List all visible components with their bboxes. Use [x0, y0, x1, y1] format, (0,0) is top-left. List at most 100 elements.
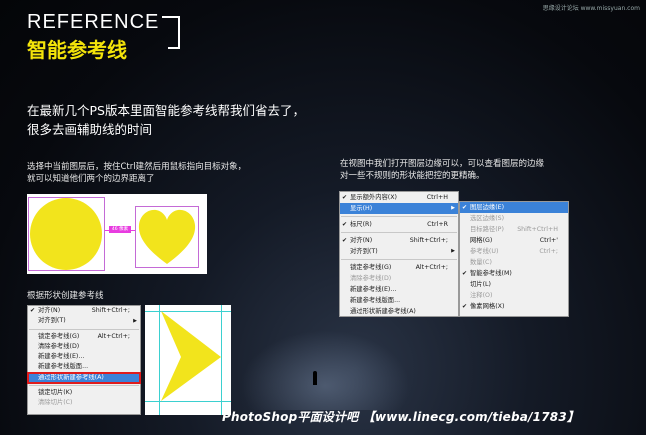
menu-item-label: 锁定切片(K): [38, 389, 73, 397]
menu-item-shortcut: Shift+Ctrl+;: [91, 307, 130, 314]
menu-item-label: 智能参考线(M): [470, 270, 512, 277]
show-submenu-item[interactable]: 参考线(U) Ctrl+;: [460, 246, 568, 257]
view-menu-item[interactable]: 清除参考线(D): [340, 273, 458, 284]
menu-item-label: 选区边缘(S): [470, 215, 505, 222]
person-silhouette: [313, 371, 317, 385]
menu-separator: [341, 259, 457, 260]
menu-item-label: 锁定参考线(G): [38, 332, 80, 340]
watermark: 思缘设计论坛 www.missyuan.com: [542, 5, 640, 12]
show-submenu-item[interactable]: 网格(G) Ctrl+': [460, 235, 568, 246]
view-menu-item[interactable]: 通过形状新建参考线(A): [340, 306, 458, 317]
menu-item-shortcut: Shift+Ctrl+;: [409, 237, 448, 244]
menu-item-label: 对齐到(T): [38, 317, 66, 325]
measure-badge: 46 像素: [109, 226, 131, 233]
menu-item-label: 通过形状新建参考线(A): [350, 308, 416, 315]
menu-item-shortcut: Ctrl+': [539, 237, 558, 244]
menu-item-label: 切片(L): [470, 281, 492, 288]
measure-example-image: 46 像素: [27, 194, 207, 274]
menu-item-label: 通过形状新建参考线(A): [38, 373, 104, 381]
menu-separator: [29, 385, 139, 387]
menu-item-label: 像素网格(X): [470, 303, 505, 310]
menu-item-label: 显示(H): [350, 205, 373, 212]
show-submenu-item[interactable]: 数量(C): [460, 257, 568, 268]
menu-separator: [29, 328, 139, 330]
view-menu-item[interactable]: 新建参考线版面...: [340, 295, 458, 306]
checkmark-icon: ✔: [342, 194, 348, 201]
shape-menu-item[interactable]: 锁定切片(K): [28, 388, 140, 398]
desc-measure-line-2: 就可以知道他们两个的边界距离了: [27, 174, 155, 184]
view-menu-item[interactable]: ✔ 标尺(R) Ctrl+R: [340, 219, 458, 230]
menu-item-shortcut: Ctrl+H: [426, 194, 448, 201]
shape-menu-item[interactable]: 锁定参考线(G) Alt+Ctrl+;: [28, 332, 140, 342]
menu-separator: [341, 232, 457, 233]
show-submenu-item[interactable]: ✔ 图层边缘(E): [460, 202, 568, 213]
submenu-arrow-icon: ▶: [133, 318, 137, 325]
circle-bounding-box: [28, 197, 105, 271]
desc-layer-edges-line-2: 对一些不规则的形状能把控的更精确。: [340, 171, 485, 181]
menu-item-label: 锁定参考线(G): [350, 264, 392, 271]
intro-text: 在最新几个PS版本里面智能参考线帮我们省去了， 很多去画辅助线的时间: [27, 101, 305, 139]
view-menu-item[interactable]: 锁定参考线(G) Alt+Ctrl+;: [340, 262, 458, 273]
menu-item-label: 网格(G): [470, 237, 493, 244]
intro-line-1: 在最新几个PS版本里面智能参考线帮我们省去了，: [27, 103, 305, 118]
menu-item-label: 显示额外内容(X): [350, 194, 398, 201]
desc-layer-edges: 在视图中我们打开图层边缘可以，可以查看图层的边缘 对一些不规则的形状能把控的更精…: [340, 158, 544, 182]
submenu-arrow-icon: ▶: [451, 248, 455, 254]
yellow-heart: [138, 209, 196, 264]
menu-item-label: 清除参考线(D): [38, 342, 80, 350]
footer-credit: PhotoShop平面设计吧 【www.linecg.com/tieba/178…: [222, 410, 580, 424]
desc-shape-guides: 根据形状创建参考线: [27, 291, 104, 301]
menu-item-label: 参考线(U): [470, 248, 499, 255]
shape-menu-item[interactable]: 新建参考线版面...: [28, 362, 140, 372]
menu-item-shortcut: Alt+Ctrl+;: [97, 332, 130, 340]
show-submenu-item[interactable]: 目标路径(P) Shift+Ctrl+H: [460, 224, 568, 235]
menu-item-label: 清除参考线(D): [350, 275, 392, 282]
page-title: 智能参考线: [27, 38, 127, 62]
show-submenu-item[interactable]: ✔ 像素网格(X): [460, 301, 568, 312]
intro-line-2: 很多去画辅助线的时间: [27, 122, 153, 137]
shape-menu-item[interactable]: 对齐到(T) ▶: [28, 316, 140, 326]
show-submenu-item[interactable]: 选区边缘(S): [460, 213, 568, 224]
guides-menu: ✔ 对齐(N) Shift+Ctrl+; 对齐到(T) ▶ 锁定参考线(G) Alt+Ctr…: [27, 305, 141, 415]
menu-item-label: 数量(C): [470, 259, 492, 266]
show-submenu-item[interactable]: ✔ 智能参考线(M): [460, 268, 568, 279]
desc-measure: 选择中当前图层后，按住Ctrl建然后用鼠标指向目标对象， 就可以知道他们两个的边…: [27, 161, 246, 185]
yellow-arrow-shape: [161, 311, 221, 401]
section-label: REFERENCE: [27, 11, 160, 33]
menu-item-label: 对齐(N): [350, 237, 373, 244]
desc-layer-edges-line-1: 在视图中我们打开图层边缘可以，可以查看图层的边缘: [340, 159, 545, 169]
menu-item-label: 新建参考线(E)...: [350, 286, 397, 293]
title-bracket: [178, 16, 180, 49]
menu-item-label: 对齐到(T): [350, 248, 378, 255]
show-submenu-item[interactable]: 注释(O): [460, 290, 568, 301]
checkmark-icon: ✔: [462, 303, 468, 310]
checkmark-icon: ✔: [342, 221, 348, 228]
view-menu-item[interactable]: 新建参考线(E)...: [340, 284, 458, 295]
menu-item-label: 清除切片(C): [38, 399, 73, 407]
view-menu-item[interactable]: 对齐到(T) ▶: [340, 246, 458, 257]
menu-item-shortcut: Alt+Ctrl+;: [415, 264, 448, 271]
view-menu: ✔ 显示额外内容(X) Ctrl+H 显示(H) ▶ ✔ 标尺(R) Ctrl+R ✔ 对齐(N)…: [339, 191, 459, 317]
view-menu-item[interactable]: ✔ 对齐(N) Shift+Ctrl+;: [340, 235, 458, 246]
checkmark-icon: ✔: [462, 270, 468, 277]
menu-item-label: 对齐(N): [38, 307, 61, 314]
shape-menu-item[interactable]: ✔ 对齐(N) Shift+Ctrl+;: [28, 306, 140, 316]
checkmark-icon: ✔: [342, 237, 348, 244]
checkmark-icon: ✔: [30, 307, 36, 314]
guide-vertical-right: [221, 305, 222, 415]
shape-menu-item[interactable]: 清除参考线(D): [28, 342, 140, 352]
view-menu-item[interactable]: ✔ 显示额外内容(X) Ctrl+H: [340, 192, 458, 203]
title-bracket-bottom: [168, 47, 180, 49]
shape-menu-item[interactable]: 新建参考线(E)...: [28, 352, 140, 362]
shape-menu-item[interactable]: 通过形状新建参考线(A): [27, 371, 141, 385]
show-submenu: ✔ 图层边缘(E) 选区边缘(S) 目标路径(P) Shift+Ctrl+H 网格(G) C…: [459, 201, 569, 317]
submenu-arrow-icon: ▶: [451, 205, 455, 211]
menu-item-shortcut: Shift+Ctrl+H: [517, 226, 558, 233]
menu-item-label: 新建参考线(E)...: [38, 353, 85, 361]
show-submenu-item[interactable]: 切片(L): [460, 279, 568, 290]
desc-measure-line-1: 选择中当前图层后，按住Ctrl建然后用鼠标指向目标对象，: [27, 162, 247, 172]
menu-item-label: 标尺(R): [350, 221, 372, 228]
shape-menu-item[interactable]: 清除切片(C): [28, 398, 140, 408]
view-menu-item[interactable]: 显示(H) ▶: [340, 203, 458, 214]
checkmark-icon: ✔: [462, 204, 468, 211]
